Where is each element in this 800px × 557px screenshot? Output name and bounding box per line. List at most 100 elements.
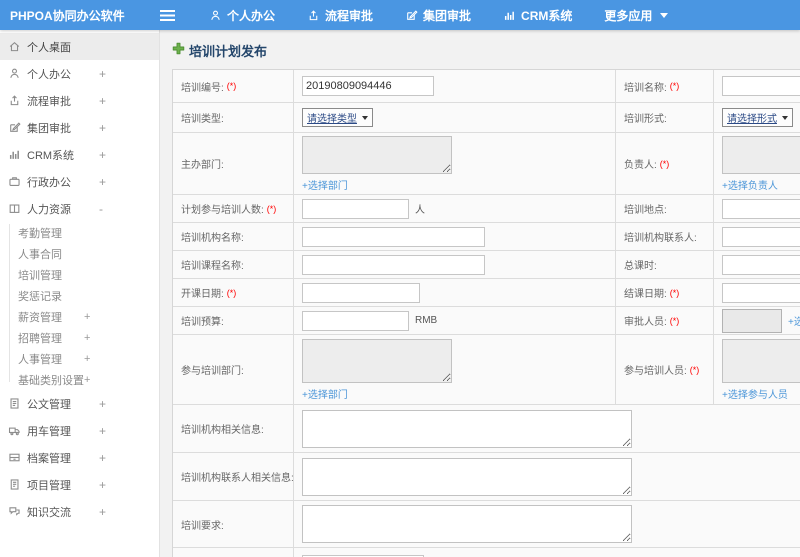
nav-label: 流程审批: [325, 8, 374, 23]
menu-toggle-icon[interactable]: [160, 9, 175, 21]
edit-icon: [8, 121, 21, 134]
sidebar-item-vehicle[interactable]: 用车管理 +: [0, 417, 159, 444]
sidebar-item-admin-office[interactable]: 行政办公 +: [0, 168, 159, 195]
sidebar-item-base-category[interactable]: 基础类别设置 +: [0, 369, 159, 390]
sidebar-item-personnel[interactable]: 人事管理 +: [0, 348, 159, 369]
nav-group-approval[interactable]: 集团审批: [405, 7, 471, 24]
main-content: 培训计划发布 培训编号:(*) 培训名称:(*) 培训类型: 请选择类型 培训形…: [160, 30, 800, 557]
training-type-select[interactable]: 请选择类型: [302, 108, 373, 127]
home-icon: [8, 40, 21, 53]
field-label: 培训类型:: [181, 114, 224, 125]
notebook-icon: [8, 478, 21, 491]
training-mode-select[interactable]: 请选择形式: [722, 108, 793, 127]
field-label: 计划参与培训人数:: [181, 205, 264, 216]
join-dept-textarea[interactable]: [302, 338, 452, 383]
upload-icon: [307, 9, 320, 22]
org-info-textarea[interactable]: [302, 409, 632, 448]
field-label: 培训课程名称:: [181, 261, 244, 272]
sidebar-item-rewards[interactable]: 奖惩记录: [0, 285, 159, 306]
currency-suffix: RMB: [415, 315, 438, 326]
nav-label: 个人办公: [227, 8, 276, 23]
sidebar-item-hr-contract[interactable]: 人事合同: [0, 243, 159, 264]
field-label: 审批人员:: [624, 317, 667, 328]
location-input[interactable]: [722, 198, 800, 219]
sidebar-item-recruit[interactable]: 招聘管理 +: [0, 327, 159, 348]
sidebar-item-personal-office[interactable]: 个人办公 +: [0, 60, 159, 87]
host-dept-textarea[interactable]: [302, 135, 452, 174]
requirement-textarea[interactable]: [302, 505, 632, 543]
required-mark: (*): [226, 81, 237, 91]
select-join-dept-link[interactable]: +选择部门: [302, 386, 348, 401]
nav-more-apps[interactable]: 更多应用: [604, 7, 669, 24]
required-mark: (*): [689, 364, 700, 375]
field-label: 主办部门:: [181, 160, 224, 171]
caret-down-icon: [660, 12, 669, 18]
sidebar-item-group-approval[interactable]: 集团审批 +: [0, 114, 159, 141]
planned-count-input[interactable]: [302, 198, 409, 219]
total-hours-input[interactable]: [722, 254, 800, 275]
sidebar-item-knowledge[interactable]: 知识交流 +: [0, 498, 159, 525]
required-mark: (*): [226, 287, 237, 298]
sidebar-item-training[interactable]: 培训管理: [0, 264, 159, 285]
bar-chart-icon: [8, 148, 21, 161]
book-icon: [8, 202, 21, 215]
select-leader-link[interactable]: +选择负责人: [722, 177, 778, 192]
select-dept-link[interactable]: +选择部门: [302, 177, 348, 192]
start-date-input[interactable]: [302, 282, 420, 303]
end-date-input[interactable]: [722, 282, 800, 303]
nav-label: 集团审批: [423, 8, 472, 23]
field-label: 培训机构名称:: [181, 233, 244, 244]
org-contact-info-textarea[interactable]: [302, 457, 632, 496]
select-join-user-link[interactable]: +选择参与人员: [722, 386, 788, 401]
page-head: 培训计划发布: [172, 41, 800, 60]
nav-label: CRM系统: [521, 8, 573, 23]
topbar: PHPOA协同办公软件 个人办公 流程审批 集团审批 CRM系统 更多应用: [0, 0, 800, 30]
org-name-input[interactable]: [302, 226, 485, 247]
field-label: 培训名称:: [624, 82, 667, 94]
required-mark: (*): [659, 158, 670, 169]
field-label: 开课日期:: [181, 289, 224, 300]
training-name-input[interactable]: [722, 76, 800, 96]
plus-icon: [172, 42, 185, 60]
caret-down-icon: [782, 115, 788, 120]
field-label: 参与培训人员:: [624, 366, 687, 377]
sidebar-item-desktop[interactable]: 个人桌面: [0, 33, 159, 60]
leader-textarea[interactable]: [722, 135, 800, 174]
sidebar-item-hr[interactable]: 人力资源 -: [0, 195, 159, 222]
sidebar-item-crm[interactable]: CRM系统 +: [0, 141, 159, 168]
field-label: 结课日期:: [624, 289, 667, 300]
file-icon: [8, 397, 21, 410]
user-icon: [8, 67, 21, 80]
field-label: 培训地点:: [624, 205, 667, 216]
sidebar-item-workflow[interactable]: 流程审批 +: [0, 87, 159, 114]
user-icon: [209, 9, 222, 22]
select-approver-link[interactable]: +选择审批人员: [788, 313, 800, 328]
nav-label: 更多应用: [604, 8, 653, 23]
org-contact-input[interactable]: [722, 226, 800, 247]
field-label: 参与培训部门:: [181, 366, 244, 377]
sidebar-item-document[interactable]: 公文管理 +: [0, 390, 159, 417]
sidebar-hr-submenu: 考勤管理 人事合同 培训管理 奖惩记录 薪资管理 + 招聘管理 + 人事管理 +…: [0, 222, 159, 390]
budget-input[interactable]: [302, 310, 409, 331]
field-label: 培训预算:: [181, 317, 224, 328]
sidebar-item-project[interactable]: 项目管理 +: [0, 471, 159, 498]
sidebar-item-attendance[interactable]: 考勤管理: [0, 222, 159, 243]
nav-personal-office[interactable]: 个人办公: [209, 7, 275, 24]
nav-workflow-approval[interactable]: 流程审批: [307, 7, 373, 24]
join-user-textarea[interactable]: [722, 338, 800, 383]
briefcase-icon: [8, 175, 21, 188]
archive-icon: [8, 451, 21, 464]
approver-input[interactable]: [722, 308, 782, 333]
nav-crm[interactable]: CRM系统: [503, 7, 572, 24]
bar-chart-icon: [503, 9, 516, 22]
required-mark: (*): [669, 287, 680, 298]
unit-suffix: 人: [415, 205, 425, 216]
caret-down-icon: [362, 115, 368, 120]
sidebar-item-salary[interactable]: 薪资管理 +: [0, 306, 159, 327]
course-name-input[interactable]: [302, 254, 485, 275]
edit-icon: [405, 9, 418, 22]
field-label: 培训编号:: [181, 82, 224, 94]
sidebar-item-archive[interactable]: 档案管理 +: [0, 444, 159, 471]
sidebar: 个人桌面 个人办公 + 流程审批 + 集团审批 + CRM系统 + 行政办公 +…: [0, 30, 160, 557]
training-no-input[interactable]: [302, 76, 434, 96]
